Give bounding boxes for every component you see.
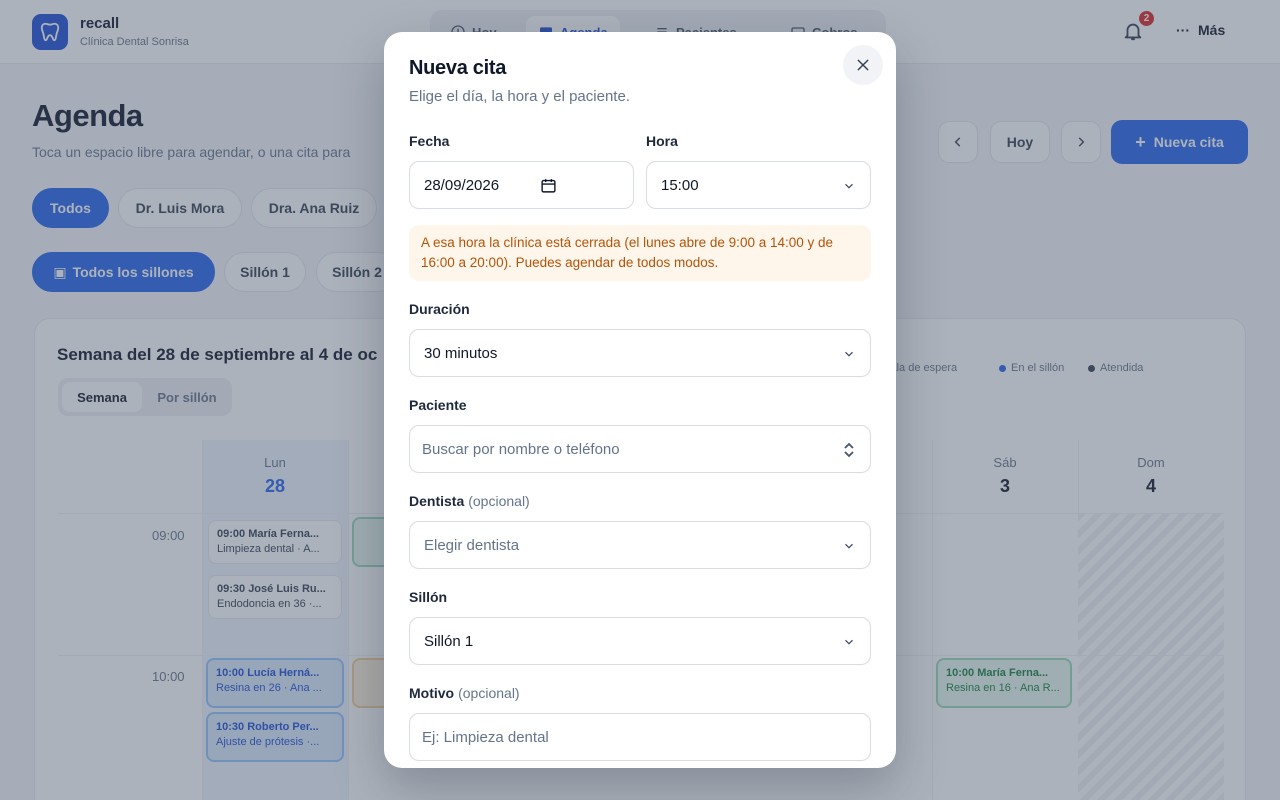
reason-label-text: Motivo xyxy=(409,685,455,701)
duration-label: Duración xyxy=(409,301,470,317)
chair-label: Sillón xyxy=(409,589,448,605)
dentist-optional-hint: (opcional) xyxy=(468,493,530,509)
chair-value: Sillón 1 xyxy=(424,632,474,650)
reason-optional-hint: (opcional) xyxy=(458,685,520,701)
duration-value: 30 minutos xyxy=(424,344,498,362)
chevron-up-down-icon xyxy=(844,442,854,458)
time-select[interactable]: 15:00 xyxy=(646,161,871,209)
dentist-select[interactable]: Elegir dentista xyxy=(409,521,871,569)
patient-search-combobox[interactable]: Buscar por nombre o teléfono xyxy=(409,425,871,473)
dialog-subtitle: Elige el día, la hora y el paciente. xyxy=(409,88,630,105)
time-value: 15:00 xyxy=(661,176,699,194)
reason-input[interactable]: Ej: Limpieza dental xyxy=(409,713,871,761)
dialog-title: Nueva cita xyxy=(409,57,507,79)
dentist-placeholder: Elegir dentista xyxy=(424,536,520,554)
date-field[interactable]: 28/09/2026 xyxy=(409,161,634,209)
chevron-down-icon xyxy=(845,639,853,645)
patient-label: Paciente xyxy=(409,397,467,413)
chevron-down-icon xyxy=(845,183,853,189)
new-appointment-dialog: Nueva cita Elige el día, la hora y el pa… xyxy=(384,32,896,768)
time-label: Hora xyxy=(646,133,678,149)
date-label: Fecha xyxy=(409,133,450,149)
chevron-down-icon xyxy=(845,543,853,549)
calendar-icon[interactable] xyxy=(540,177,557,194)
date-value: 28/09/2026 xyxy=(424,176,500,194)
dentist-label: Dentista (opcional) xyxy=(409,493,530,509)
dentist-label-text: Dentista xyxy=(409,493,465,509)
closed-hours-warning: A esa hora la clínica está cerrada (el l… xyxy=(409,225,871,281)
reason-placeholder: Ej: Limpieza dental xyxy=(422,728,549,746)
reason-label: Motivo (opcional) xyxy=(409,685,520,701)
chair-select[interactable]: Sillón 1 xyxy=(409,617,871,665)
duration-select[interactable]: 30 minutos xyxy=(409,329,871,377)
chevron-down-icon xyxy=(845,351,853,357)
patient-placeholder: Buscar por nombre o teléfono xyxy=(422,440,620,458)
close-button[interactable] xyxy=(843,45,883,85)
close-icon xyxy=(857,59,869,71)
